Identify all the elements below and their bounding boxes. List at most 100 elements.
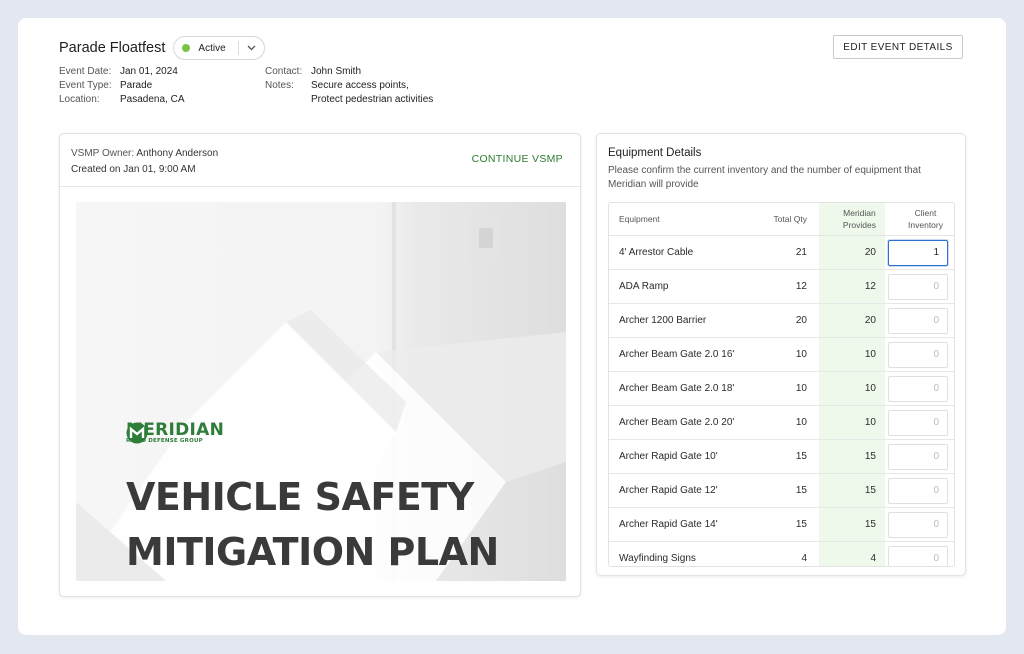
table-row: Archer Beam Gate 2.0 20' 10 10 — [609, 406, 954, 440]
table-row: ADA Ramp 12 12 — [609, 270, 954, 304]
meridian-logo-icon — [126, 422, 148, 444]
cover-title-line: VEHICLE SAFETY — [126, 475, 474, 519]
equipment-name: Archer Beam Gate 2.0 18' — [619, 383, 735, 394]
vsmp-divider — [60, 186, 580, 187]
equipment-name: Archer Beam Gate 2.0 20' — [619, 417, 735, 428]
event-type-label: Event Type: — [59, 80, 112, 91]
vsmp-owner-value: Anthony Anderson — [136, 148, 219, 159]
client-inventory-cell — [888, 542, 950, 566]
equipment-name: Archer Beam Gate 2.0 16' — [619, 349, 735, 360]
event-date-label: Event Date: — [59, 66, 112, 77]
table-row: Archer Beam Gate 2.0 18' 10 10 — [609, 372, 954, 406]
equipment-name: Archer 1200 Barrier — [619, 315, 707, 326]
client-inventory-cell — [888, 304, 950, 337]
app-frame: Parade Floatfest Active EDIT EVENT DETAI… — [18, 18, 1006, 635]
client-inventory-input[interactable] — [888, 443, 948, 470]
column-header-equipment: Equipment — [619, 214, 660, 224]
column-header-client-inventory: Client Inventory — [889, 203, 943, 235]
header-line: Meridian — [843, 208, 876, 218]
notes-value: Secure access points, Protect pedestrian… — [311, 79, 433, 107]
client-inventory-cell — [888, 338, 950, 371]
event-details-right: Contact: John Smith Notes: Secure access… — [265, 65, 433, 107]
total-qty: 10 — [795, 417, 807, 428]
event-title: Parade Floatfest — [59, 40, 166, 56]
client-inventory-input[interactable] — [888, 307, 948, 334]
status-dropdown[interactable]: Active — [173, 36, 265, 60]
client-inventory-input[interactable] — [888, 239, 948, 266]
contact-row: Contact: John Smith — [265, 65, 433, 79]
location-value: Pasadena, CA — [120, 94, 185, 105]
total-qty: 12 — [795, 281, 807, 292]
continue-vsmp-button[interactable]: CONTINUE VSMP — [466, 152, 569, 166]
contact-label: Contact: — [265, 66, 303, 77]
event-header: Parade Floatfest Active — [59, 36, 265, 60]
edit-event-details-button[interactable]: EDIT EVENT DETAILS — [833, 35, 963, 59]
total-qty: 4 — [801, 553, 807, 564]
table-row: Archer Rapid Gate 14' 15 15 — [609, 508, 954, 542]
client-inventory-input[interactable] — [888, 375, 948, 402]
notes-line: Secure access points, — [311, 80, 409, 91]
vsmp-cover-image[interactable]: MERIDIAN RAPID DEFENSE GROUP VEHICLE SAF… — [76, 202, 566, 581]
vsmp-owner-label: VSMP Owner: — [71, 148, 135, 159]
table-header: Equipment Total Qty Meridian Provides Cli… — [609, 203, 954, 236]
equipment-details-description: Please confirm the current inventory and… — [608, 165, 921, 190]
header-line: Provides — [842, 220, 876, 230]
client-inventory-input[interactable] — [888, 545, 948, 566]
meridian-provides-qty: 10 — [864, 383, 876, 394]
meridian-provides-qty: 20 — [864, 315, 876, 326]
client-inventory-cell — [888, 440, 950, 473]
client-inventory-cell — [888, 508, 950, 541]
vsmp-info: VSMP Owner: Anthony Anderson Created on … — [71, 146, 218, 178]
status-divider — [237, 41, 239, 55]
table-row: Archer Beam Gate 2.0 16' 10 10 — [609, 338, 954, 372]
chevron-down-icon — [247, 43, 256, 53]
meridian-provides-qty: 10 — [864, 349, 876, 360]
total-qty: 15 — [795, 485, 807, 496]
status-label: Active — [198, 42, 226, 54]
equipment-name: Wayfinding Signs — [619, 553, 696, 564]
table-row: Archer 1200 Barrier 20 20 — [609, 304, 954, 338]
client-inventory-input[interactable] — [888, 477, 948, 504]
meridian-provides-qty: 10 — [864, 417, 876, 428]
total-qty: 15 — [795, 519, 807, 530]
event-type-value: Parade — [120, 80, 153, 91]
table-row: Archer Rapid Gate 10' 15 15 — [609, 440, 954, 474]
client-inventory-cell — [888, 270, 950, 303]
status-dot-icon — [182, 44, 191, 52]
client-inventory-input[interactable] — [888, 409, 948, 436]
event-details-left: Event Date: Jan 01, 2024 Event Type: Par… — [59, 65, 185, 107]
event-type-row: Event Type: Parade — [59, 79, 185, 93]
table-row: 4' Arrestor Cable 21 20 — [609, 236, 954, 270]
location-label: Location: — [59, 94, 100, 105]
total-qty: 20 — [795, 315, 807, 326]
contact-value: John Smith — [311, 66, 362, 77]
client-inventory-cell — [888, 474, 950, 507]
client-inventory-input[interactable] — [888, 341, 948, 368]
client-inventory-cell — [888, 236, 950, 269]
meridian-provides-qty: 15 — [864, 485, 876, 496]
equipment-name: ADA Ramp — [619, 281, 669, 292]
client-inventory-input[interactable] — [888, 273, 948, 300]
meridian-provides-qty: 20 — [864, 247, 876, 258]
event-date-value: Jan 01, 2024 — [120, 66, 178, 77]
meridian-provides-qty: 12 — [864, 281, 876, 292]
location-row: Location: Pasadena, CA — [59, 93, 185, 107]
vsmp-owner: VSMP Owner: Anthony Anderson — [71, 146, 218, 162]
equipment-name: Archer Rapid Gate 12' — [619, 485, 718, 496]
notes-label: Notes: — [265, 80, 294, 91]
meridian-provides-qty: 15 — [864, 519, 876, 530]
meridian-logo: MERIDIAN RAPID DEFENSE GROUP — [126, 422, 224, 445]
event-date-row: Event Date: Jan 01, 2024 — [59, 65, 185, 79]
header-line: Client — [914, 208, 937, 218]
total-qty: 10 — [795, 383, 807, 394]
equipment-details-card: Equipment Details Please confirm the cur… — [596, 133, 966, 576]
notes-line: Protect pedestrian activities — [311, 94, 434, 105]
cover-title-line: MITIGATION PLAN — [126, 530, 499, 574]
cover-title: VEHICLE SAFETY MITIGATION PLAN — [126, 470, 546, 580]
column-header-meridian-provides: Meridian Provides — [819, 203, 876, 235]
client-inventory-input[interactable] — [888, 511, 948, 538]
equipment-name: Archer Rapid Gate 14' — [619, 519, 718, 530]
total-qty: 15 — [795, 451, 807, 462]
meridian-provides-qty: 15 — [864, 451, 876, 462]
equipment-name: 4' Arrestor Cable — [619, 247, 694, 258]
